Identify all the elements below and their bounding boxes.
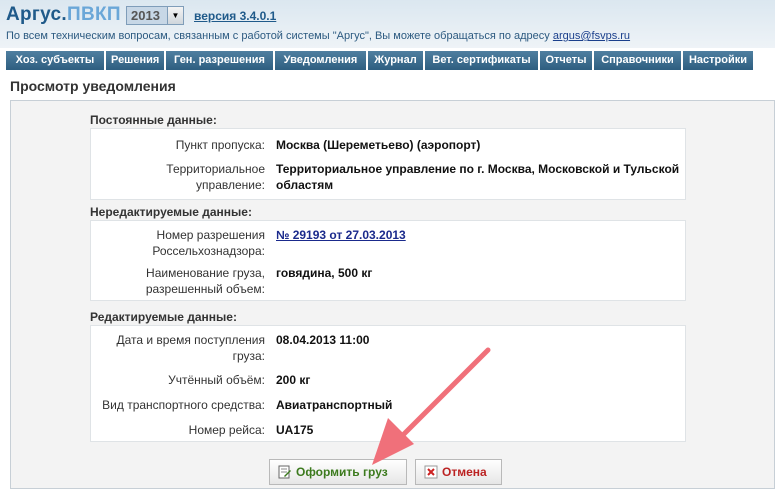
dropdown-arrow-icon[interactable]: ▼	[167, 7, 183, 24]
cancel-button[interactable]: Отмена	[415, 459, 502, 485]
notification-panel: Постоянные данные: Пункт пропуска: Москв…	[10, 100, 775, 489]
submit-cargo-label: Оформить груз	[296, 465, 388, 479]
year-select-value: 2013	[131, 8, 160, 23]
cargo-label-line1: Наименование груза,	[146, 266, 265, 280]
territorial-value-line2: областям	[276, 178, 334, 192]
readonly-data-box: Номер разрешения Россельхознадзора: № 29…	[90, 220, 686, 301]
arrival-label: Дата и время поступления груза:	[116, 332, 265, 364]
main-menu: Хоз. субъекты Решения Ген. разрешения Ув…	[6, 51, 775, 70]
section-title-editable: Редактируемые данные:	[90, 310, 237, 324]
support-notice: По всем техническим вопросам, связанным …	[6, 30, 630, 42]
permit-label-line1: Номер разрешения	[156, 228, 265, 242]
top-bar: Аргус.ПВКП 2013 ▼ версия 3.4.0.1 По всем…	[0, 0, 775, 48]
territorial-label-line1: Территориальное	[166, 162, 265, 176]
page-title: Просмотр уведомления	[10, 78, 176, 94]
menu-item-general-permits[interactable]: Ген. разрешения	[166, 51, 273, 70]
menu-item-notifications[interactable]: Уведомления	[275, 51, 366, 70]
section-title-readonly: Нередактируемые данные:	[90, 205, 252, 219]
menu-item-settings[interactable]: Настройки	[683, 51, 753, 70]
cargo-label-line2: разрешенный объем:	[145, 282, 265, 296]
arrival-label-line1: Дата и время поступления	[116, 333, 265, 347]
cancel-label: Отмена	[442, 465, 487, 479]
section-title-permanent: Постоянные данные:	[90, 113, 217, 127]
year-select[interactable]: 2013 ▼	[126, 6, 184, 25]
territorial-value: Территориальное управление по г. Москва,…	[276, 161, 681, 193]
flight-value: UA175	[276, 423, 314, 437]
flight-label: Номер рейса:	[188, 423, 265, 437]
permit-value: № 29193 от 27.03.2013	[276, 227, 681, 243]
support-email-link[interactable]: argus@fsvps.ru	[553, 30, 630, 42]
menu-item-entities[interactable]: Хоз. субъекты	[6, 51, 104, 70]
territorial-value-line1: Территориальное управление по г. Москва,…	[276, 162, 680, 176]
permit-link[interactable]: № 29193 от 27.03.2013	[276, 228, 406, 242]
territorial-label: Территориальное управление:	[166, 161, 265, 193]
logo-sub: ПВКП	[66, 4, 121, 25]
app-logo[interactable]: Аргус.ПВКП	[6, 4, 121, 26]
permit-label-line2: Россельхознадзора:	[152, 244, 265, 258]
territorial-label-line2: управление:	[196, 178, 265, 192]
arrival-value: 08.04.2013 11:00	[276, 333, 370, 347]
cargo-label: Наименование груза, разрешенный объем:	[146, 265, 265, 297]
logo-main: Аргус.	[6, 4, 67, 25]
submit-cargo-button[interactable]: Оформить груз	[269, 459, 407, 485]
edit-document-icon	[278, 465, 291, 479]
version-link[interactable]: версия 3.4.0.1	[194, 9, 276, 23]
support-text: По всем техническим вопросам, связанным …	[6, 30, 553, 42]
volume-label: Учтённый объём:	[168, 373, 265, 387]
menu-item-decisions[interactable]: Решения	[106, 51, 164, 70]
editable-data-box: Дата и время поступления груза: 08.04.20…	[90, 325, 686, 442]
transport-value: Авиатранспортный	[276, 398, 393, 412]
menu-item-journal[interactable]: Журнал	[368, 51, 423, 70]
cancel-icon	[424, 465, 438, 479]
menu-item-reports[interactable]: Отчеты	[540, 51, 592, 70]
menu-item-vet-certificates[interactable]: Вет. сертификаты	[425, 51, 538, 70]
arrival-label-line2: груза:	[232, 349, 265, 363]
permanent-data-box: Пункт пропуска: Москва (Шереметьево) (аэ…	[90, 128, 686, 200]
checkpoint-value: Москва (Шереметьево) (аэропорт)	[276, 138, 481, 152]
volume-value: 200 кг	[276, 373, 311, 387]
menu-item-references[interactable]: Справочники	[594, 51, 681, 70]
cargo-value: говядина, 500 кг	[276, 266, 373, 280]
transport-label: Вид транспортного средства:	[102, 398, 265, 412]
checkpoint-label: Пункт пропуска:	[175, 138, 265, 152]
permit-label: Номер разрешения Россельхознадзора:	[152, 227, 265, 259]
